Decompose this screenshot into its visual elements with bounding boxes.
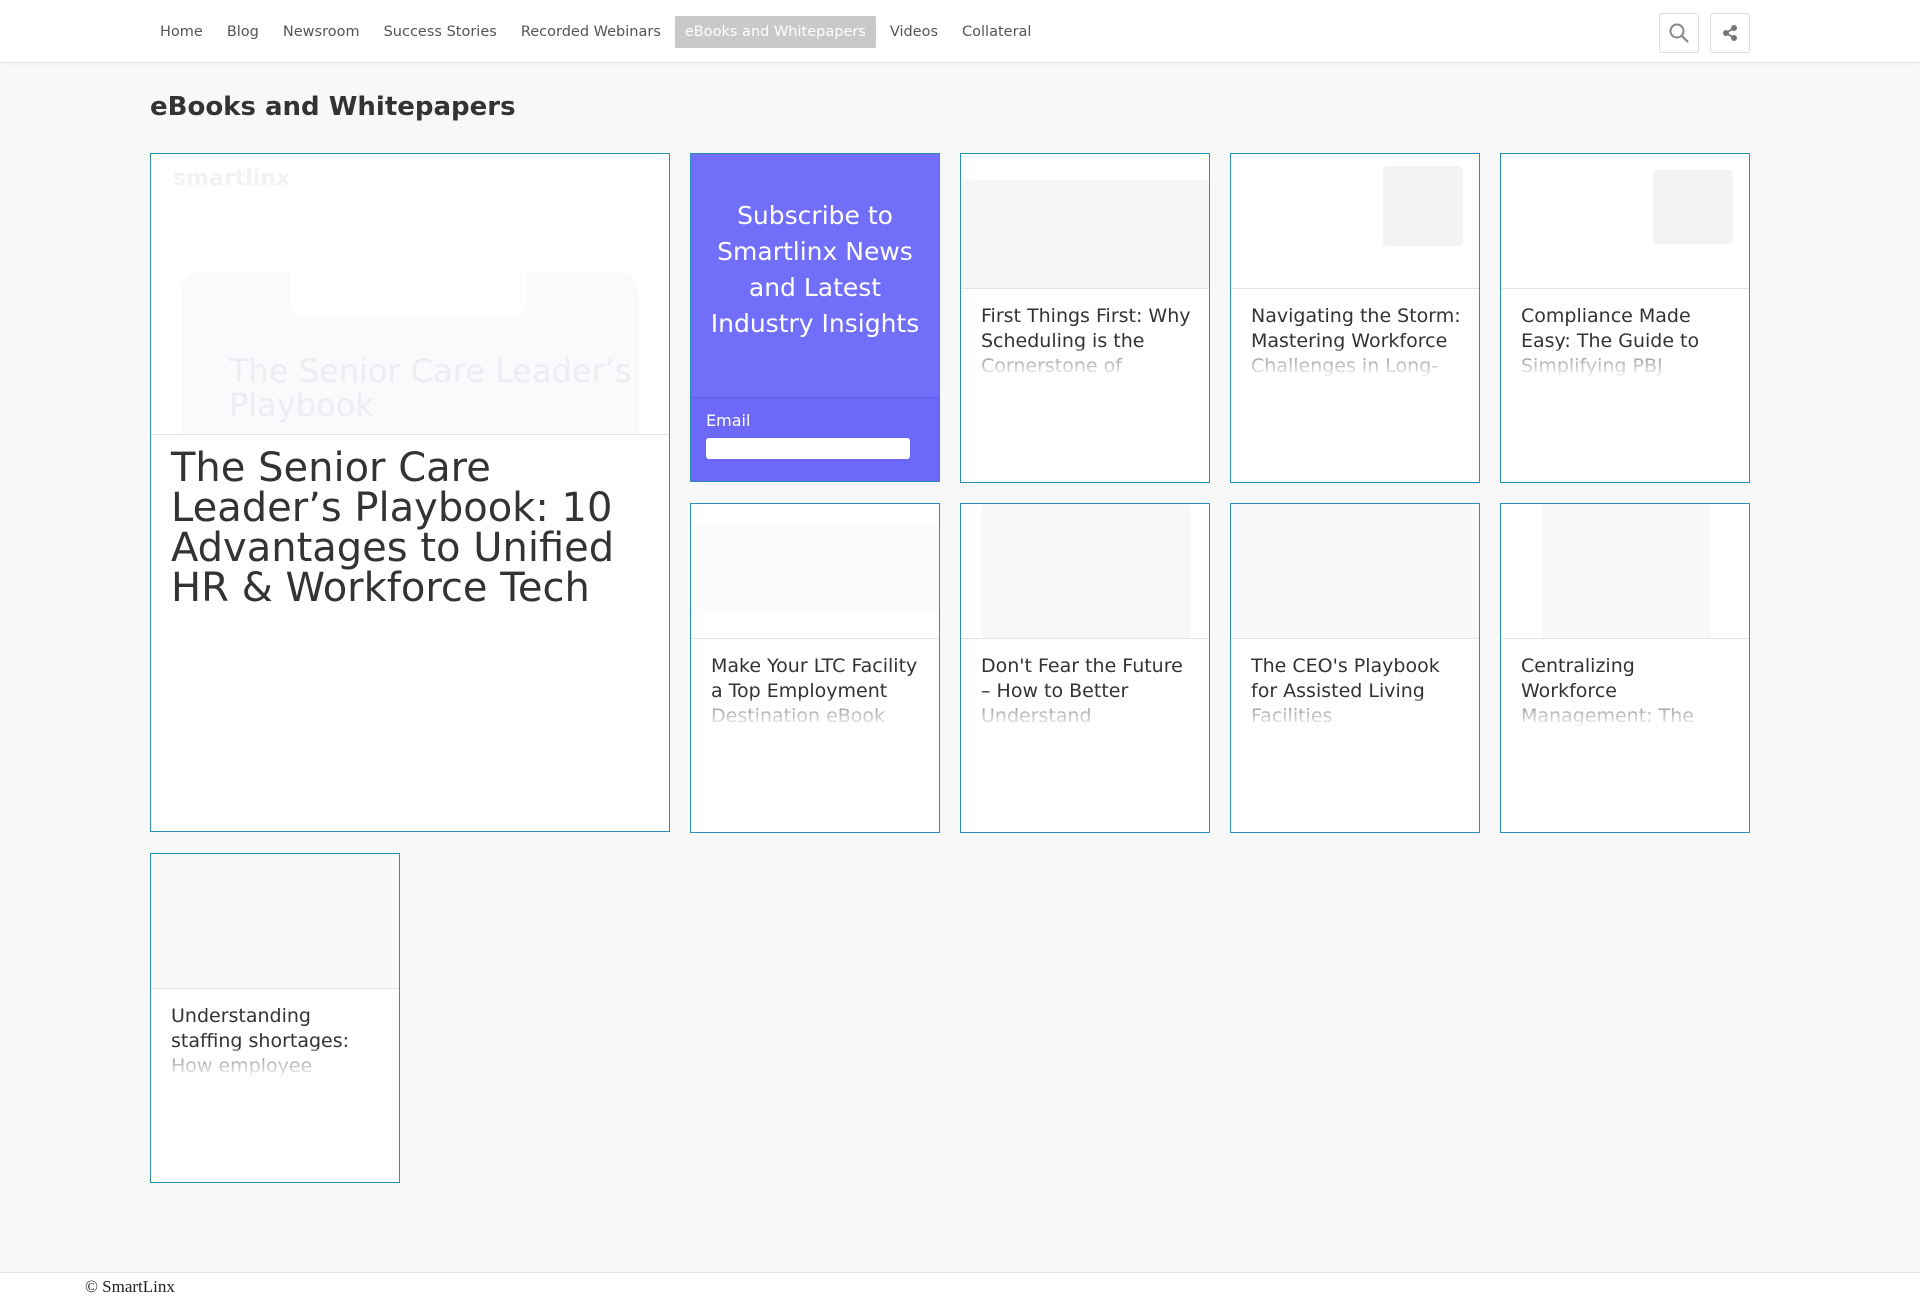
card-thumbnail: [1501, 504, 1749, 639]
thumbnail-logo: smartlinx: [173, 166, 291, 191]
ebook-card[interactable]: Navigating the Storm: Mastering Workforc…: [1230, 153, 1480, 483]
footer: © SmartLinx: [0, 1272, 1920, 1303]
card-title: First Things First: Why Scheduling is th…: [981, 304, 1193, 379]
thumbnail-text: The Senior Care Leader’s Playbook: [229, 352, 632, 424]
top-navigation-bar: Home Blog Newsroom Success Stories Recor…: [0, 0, 1920, 63]
card-thumbnail: [691, 504, 939, 639]
ebook-card[interactable]: Make Your LTC Facility a Top Employment …: [690, 503, 940, 833]
card-title: Understanding staffing shortages: How em…: [171, 1004, 383, 1079]
ebook-card[interactable]: Compliance Made Easy: The Guide to Simpl…: [1500, 153, 1750, 483]
subscribe-title: Subscribe to Smartlinx News and Latest I…: [710, 201, 920, 338]
card-title: Compliance Made Easy: The Guide to Simpl…: [1521, 304, 1733, 379]
card-thumbnail: [151, 854, 399, 989]
ebook-card[interactable]: First Things First: Why Scheduling is th…: [960, 153, 1210, 483]
nav-success-stories[interactable]: Success Stories: [374, 16, 507, 48]
card-title: Make Your LTC Facility a Top Employment …: [711, 654, 923, 729]
ebook-card[interactable]: Understanding staffing shortages: How em…: [150, 853, 400, 1183]
nav-blog[interactable]: Blog: [217, 16, 269, 48]
copyright-text: © SmartLinx: [85, 1277, 175, 1296]
card-title: Don't Fear the Future – How to Better Un…: [981, 654, 1193, 729]
card-thumbnail: [1231, 154, 1479, 289]
ebook-card[interactable]: Centralizing Workforce Management: The: [1500, 503, 1750, 833]
card-thumbnail: [1501, 154, 1749, 289]
email-label: Email: [706, 411, 751, 430]
thumbnail-device-notch: [291, 272, 527, 316]
share-button[interactable]: [1710, 13, 1750, 53]
ebook-card[interactable]: Don't Fear the Future – How to Better Un…: [960, 503, 1210, 833]
ebook-card[interactable]: The CEO's Playbook for Assisted Living F…: [1230, 503, 1480, 833]
card-thumbnail: [961, 154, 1209, 289]
nav-ebooks-whitepapers[interactable]: eBooks and Whitepapers: [674, 16, 876, 48]
page-title: eBooks and Whitepapers: [150, 92, 516, 122]
nav-home[interactable]: Home: [150, 16, 213, 48]
featured-ebook-card[interactable]: smartlinx The Senior Care Leader’s Playb…: [150, 153, 670, 832]
card-thumbnail: [1231, 504, 1479, 639]
main-nav: Home Blog Newsroom Success Stories Recor…: [150, 16, 1045, 48]
subscribe-header: Subscribe to Smartlinx News and Latest I…: [691, 154, 939, 398]
featured-title: The Senior Care Leader’s Playbook: 10 Ad…: [171, 445, 615, 611]
search-icon: [1669, 23, 1689, 43]
card-title: Centralizing Workforce Management: The: [1521, 654, 1733, 729]
card-title: The CEO's Playbook for Assisted Living F…: [1251, 654, 1463, 729]
nav-newsroom[interactable]: Newsroom: [273, 16, 370, 48]
card-title: Navigating the Storm: Mastering Workforc…: [1251, 304, 1463, 379]
featured-thumbnail: smartlinx The Senior Care Leader’s Playb…: [151, 154, 669, 435]
nav-videos[interactable]: Videos: [880, 16, 948, 48]
subscribe-card: Subscribe to Smartlinx News and Latest I…: [690, 153, 940, 482]
card-thumbnail: [961, 504, 1209, 639]
share-icon: [1723, 25, 1737, 41]
nav-recorded-webinars[interactable]: Recorded Webinars: [511, 16, 671, 48]
search-button[interactable]: [1659, 13, 1699, 53]
email-input[interactable]: [706, 438, 910, 459]
nav-collateral[interactable]: Collateral: [952, 16, 1041, 48]
